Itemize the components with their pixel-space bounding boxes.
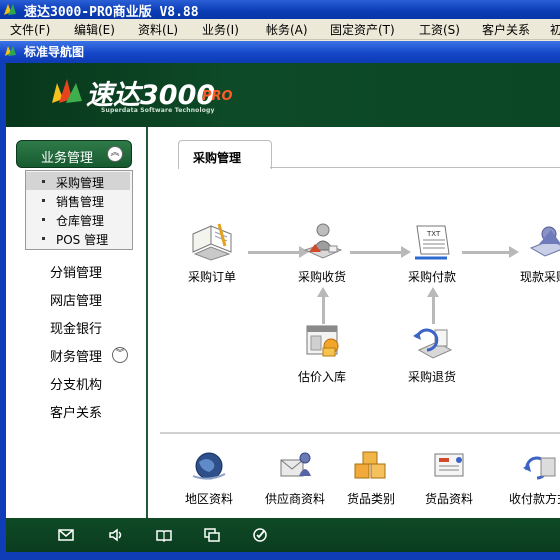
menu-edit[interactable]: 编辑(E) — [74, 21, 115, 38]
sidebar-item-cash-bank[interactable]: 现金银行 — [50, 318, 102, 337]
flow-node-label: 估价入库 — [297, 370, 346, 384]
quick-goods-data[interactable]: 货品资料 — [404, 448, 494, 507]
tab-label: 采购管理 — [193, 151, 242, 165]
menu-crm[interactable]: 客户关系 — [482, 21, 530, 38]
flow-node-label: 采购订单 — [187, 270, 236, 284]
navigator-icon — [5, 46, 16, 56]
mail-icon[interactable] — [58, 528, 74, 542]
globe-icon — [192, 452, 226, 480]
chevron-up-icon[interactable]: ︽ — [107, 146, 123, 162]
bullet-icon — [42, 180, 45, 183]
quick-label: 货品资料 — [424, 492, 473, 506]
quick-payment-method[interactable]: 收付款方式 — [494, 448, 560, 507]
app-logo-icon — [4, 4, 16, 15]
sidebar-subitem-label: 销售管理 — [56, 195, 105, 209]
flow-node-purchase-payment[interactable]: TXT 采购付款 — [387, 222, 477, 285]
flow-node-label: 现款采购 — [519, 270, 560, 284]
window-titlebar: 速达3000-PRO商业版 V8.88 — [0, 0, 560, 20]
sidebar-group-business[interactable]: 业务管理 ︽ — [16, 140, 132, 168]
flow-node-purchase-order[interactable]: 采购订单 — [167, 222, 257, 285]
brand-suffix: PRO — [202, 89, 233, 104]
cash-purchase-icon — [529, 226, 560, 257]
speaker-icon[interactable] — [108, 528, 124, 542]
receive-goods-icon — [303, 223, 343, 259]
boxes-icon — [354, 451, 386, 479]
tab-baseline — [270, 167, 560, 168]
windows-icon[interactable] — [204, 528, 220, 542]
sidebar-subitem-pos[interactable]: POS 管理 — [26, 229, 130, 247]
chevron-down-icon[interactable]: ︾ — [112, 347, 128, 363]
payment-method-icon — [523, 456, 556, 480]
sidebar-group-label: 业务管理 — [41, 151, 94, 166]
sidebar-subitem-label: 采购管理 — [56, 176, 105, 190]
quick-label: 收付款方式 — [508, 492, 560, 506]
sidebar-subitem-label: 仓库管理 — [56, 214, 105, 228]
bullet-icon — [42, 237, 45, 240]
supplier-icon — [280, 452, 311, 477]
flow-arrow — [317, 287, 329, 324]
sidebar-subitem-sales[interactable]: 销售管理 — [26, 191, 130, 209]
sidebar-subitem-warehouse[interactable]: 仓库管理 — [26, 210, 130, 228]
flow-node-purchase-receive[interactable]: 采购收货 — [277, 222, 367, 285]
goods-info-icon — [434, 453, 464, 477]
menu-data[interactable]: 资料(L) — [138, 21, 178, 38]
quick-label: 地区资料 — [184, 492, 233, 506]
estimate-storage-icon — [306, 325, 339, 357]
flow-node-cash-purchase[interactable]: 现款采购 — [499, 222, 560, 285]
sidebar-item-branches[interactable]: 分支机构 — [50, 374, 102, 393]
book-icon[interactable] — [156, 528, 172, 542]
flow-node-label: 采购收货 — [297, 270, 346, 284]
menu-fixed-assets[interactable]: 固定资产(T) — [330, 21, 395, 38]
bottom-toolbar — [6, 518, 560, 552]
flow-arrow — [427, 287, 439, 324]
tab-purchase-management[interactable]: 采购管理 — [178, 140, 272, 169]
flow-node-label: 采购退货 — [407, 370, 456, 384]
menubar: 文件(F) 编辑(E) 资料(L) 业务(I) 帐务(A) 固定资产(T) 工资… — [0, 19, 560, 40]
quick-goods-category[interactable]: 货品类别 — [326, 448, 416, 507]
sidebar-subitem-purchase[interactable]: 采购管理 — [26, 172, 130, 190]
window-title: 速达3000-PRO商业版 V8.88 — [24, 5, 199, 20]
order-book-icon — [192, 223, 232, 261]
brand-logo-icon — [52, 79, 82, 103]
menu-business[interactable]: 业务(I) — [202, 21, 239, 38]
brand-tagline: Superdata Software Technology — [101, 107, 215, 114]
section-divider — [160, 432, 560, 434]
menu-file[interactable]: 文件(F) — [10, 21, 50, 38]
bullet-icon — [42, 218, 45, 221]
menu-more[interactable]: 初 — [550, 21, 560, 38]
sidebar-submenu: 采购管理 销售管理 仓库管理 POS 管理 — [25, 170, 133, 250]
sidebar-item-crm[interactable]: 客户关系 — [50, 402, 102, 421]
sidebar-item-webstore[interactable]: 网店管理 — [50, 290, 102, 309]
brand-banner: 速达3000 PRO Superdata Software Technology — [6, 63, 560, 127]
quick-label: 货品类别 — [346, 492, 395, 506]
navigator-titlebar: 标准导航图 — [0, 41, 560, 61]
return-goods-icon — [413, 328, 453, 359]
sidebar-subitem-label: POS 管理 — [56, 233, 109, 247]
flow-node-label: 采购付款 — [407, 270, 456, 284]
flow-node-purchase-return[interactable]: 采购退货 — [387, 322, 477, 385]
payment-icon: TXT — [415, 225, 450, 260]
quick-region-data[interactable]: 地区资料 — [164, 448, 254, 507]
menu-accounts[interactable]: 帐务(A) — [266, 21, 308, 38]
navigator-title: 标准导航图 — [24, 45, 85, 59]
window-bottom-edge — [0, 552, 560, 560]
sidebar-item-finance[interactable]: 财务管理 — [50, 346, 102, 365]
menu-payroll[interactable]: 工资(S) — [419, 21, 460, 38]
sidebar-item-distribution[interactable]: 分销管理 — [50, 262, 102, 281]
sidebar-divider — [146, 127, 148, 518]
flow-node-estimate-storage[interactable]: 估价入库 — [277, 322, 367, 385]
check-icon[interactable] — [252, 528, 268, 542]
bullet-icon — [42, 199, 45, 202]
svg-text:TXT: TXT — [426, 230, 441, 238]
